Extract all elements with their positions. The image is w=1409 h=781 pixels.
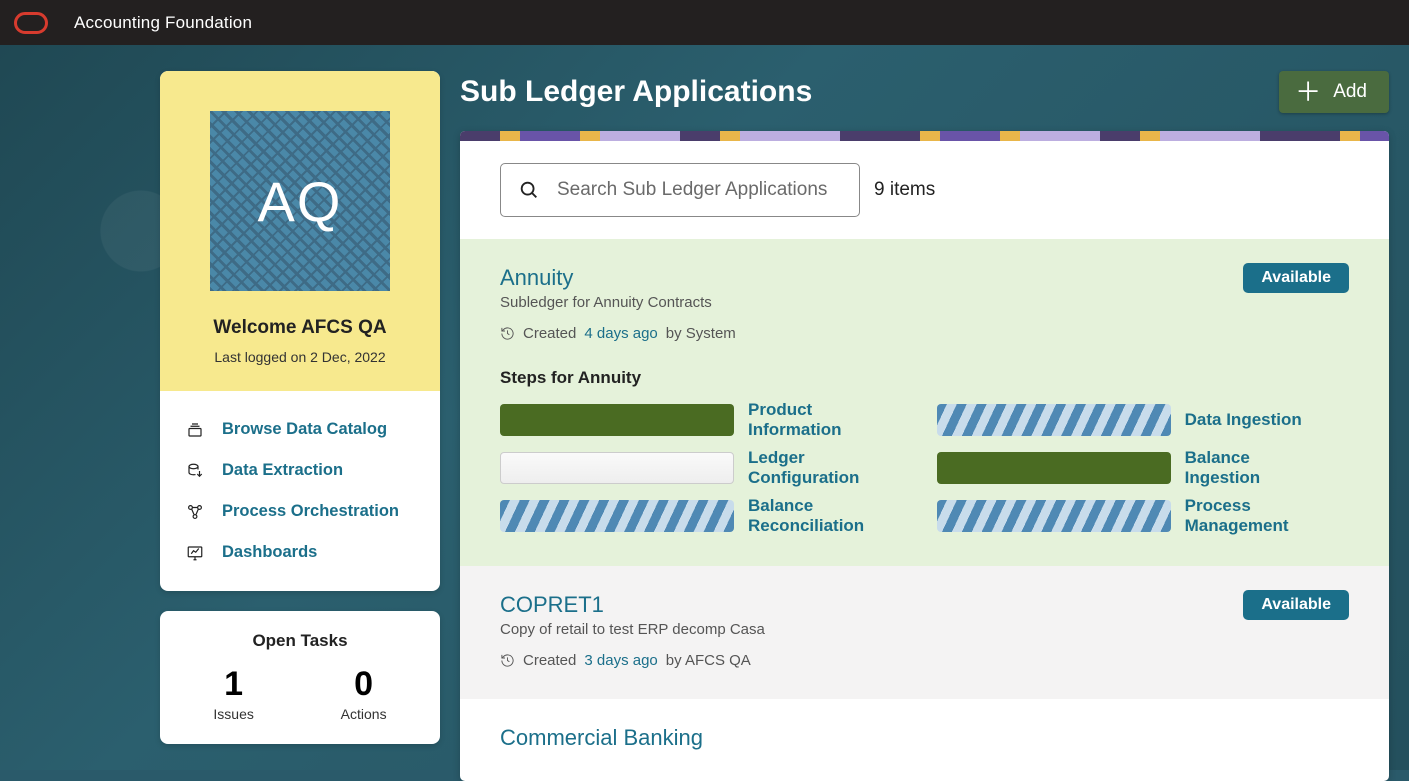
app-description: Subledger for Annuity Contracts [500, 294, 1349, 311]
app-title: Accounting Foundation [74, 13, 252, 33]
created-label: Created [523, 652, 576, 669]
app-row-annuity[interactable]: Available Annuity Subledger for Annuity … [460, 239, 1389, 566]
app-title-link[interactable]: COPRET1 [500, 592, 1349, 618]
actions-count: 0 [341, 665, 387, 704]
created-time[interactable]: 3 days ago [584, 652, 657, 669]
add-button-label: Add [1333, 81, 1367, 103]
step-label[interactable]: Balance Ingestion [1183, 448, 1349, 488]
open-actions[interactable]: 0 Actions [341, 665, 387, 722]
open-issues[interactable]: 1 Issues [213, 665, 253, 722]
step-label[interactable]: Data Ingestion [1183, 410, 1349, 430]
app-row-commercial-banking[interactable]: Commercial Banking [460, 699, 1389, 781]
steps-heading: Steps for Annuity [500, 368, 1349, 388]
created-by: by AFCS QA [666, 652, 751, 669]
decorative-band [460, 131, 1389, 141]
app-row-copret1[interactable]: Available COPRET1 Copy of retail to test… [460, 566, 1389, 699]
steps-grid: Product Information Data Ingestion Ledge… [500, 400, 1349, 536]
subledger-list: 9 items Available Annuity Subledger for … [460, 131, 1389, 781]
step-bar-ledger-configuration[interactable] [500, 452, 734, 484]
nav-process-orchestration[interactable]: Process Orchestration [168, 491, 432, 532]
step-label[interactable]: Ledger Configuration [746, 448, 925, 488]
app-title-link[interactable]: Commercial Banking [500, 725, 1349, 751]
app-meta: Created 4 days ago by System [500, 325, 1349, 342]
oracle-logo-icon [14, 12, 48, 34]
actions-label: Actions [341, 706, 387, 722]
history-icon [500, 326, 515, 341]
stack-icon [186, 421, 204, 439]
nav-label: Browse Data Catalog [222, 420, 387, 439]
step-label[interactable]: Process Management [1183, 496, 1349, 536]
nav-list: Browse Data Catalog Data Extraction Proc… [160, 391, 440, 591]
status-badge: Available [1243, 263, 1349, 293]
open-tasks-heading: Open Tasks [170, 631, 430, 651]
add-button[interactable]: ＋ Add [1279, 71, 1389, 113]
created-label: Created [523, 325, 576, 342]
search-icon [518, 179, 540, 201]
welcome-card: AQ Welcome AFCS QA Last logged on 2 Dec,… [160, 71, 440, 591]
nav-data-extraction[interactable]: Data Extraction [168, 450, 432, 491]
issues-count: 1 [213, 665, 253, 704]
status-badge: Available [1243, 590, 1349, 620]
nodes-icon [186, 503, 204, 521]
step-bar-data-ingestion[interactable] [937, 404, 1171, 436]
nav-label: Process Orchestration [222, 502, 399, 521]
topbar: Accounting Foundation [0, 0, 1409, 45]
nav-label: Dashboards [222, 543, 317, 562]
search-input[interactable] [500, 163, 860, 217]
database-export-icon [186, 462, 204, 480]
nav-dashboards[interactable]: Dashboards [168, 532, 432, 573]
item-count: 9 items [874, 179, 935, 201]
step-label[interactable]: Balance Reconciliation [746, 496, 925, 536]
history-icon [500, 653, 515, 668]
app-meta: Created 3 days ago by AFCS QA [500, 652, 1349, 669]
nav-label: Data Extraction [222, 461, 343, 480]
avatar-initials: AQ [258, 169, 343, 234]
created-time[interactable]: 4 days ago [584, 325, 657, 342]
step-bar-product-information[interactable] [500, 404, 734, 436]
last-logged: Last logged on 2 Dec, 2022 [214, 349, 385, 365]
open-tasks-card: Open Tasks 1 Issues 0 Actions [160, 611, 440, 744]
nav-browse-data-catalog[interactable]: Browse Data Catalog [168, 409, 432, 450]
step-bar-process-management[interactable] [937, 500, 1171, 532]
app-title-link[interactable]: Annuity [500, 265, 1349, 291]
welcome-greeting: Welcome AFCS QA [213, 317, 386, 339]
created-by: by System [666, 325, 736, 342]
step-bar-balance-ingestion[interactable] [937, 452, 1171, 484]
app-description: Copy of retail to test ERP decomp Casa [500, 621, 1349, 638]
dashboard-icon [186, 544, 204, 562]
step-label[interactable]: Product Information [746, 400, 925, 440]
step-bar-balance-reconciliation[interactable] [500, 500, 734, 532]
page-title: Sub Ledger Applications [460, 75, 812, 109]
avatar: AQ [210, 111, 390, 291]
issues-label: Issues [213, 706, 253, 722]
